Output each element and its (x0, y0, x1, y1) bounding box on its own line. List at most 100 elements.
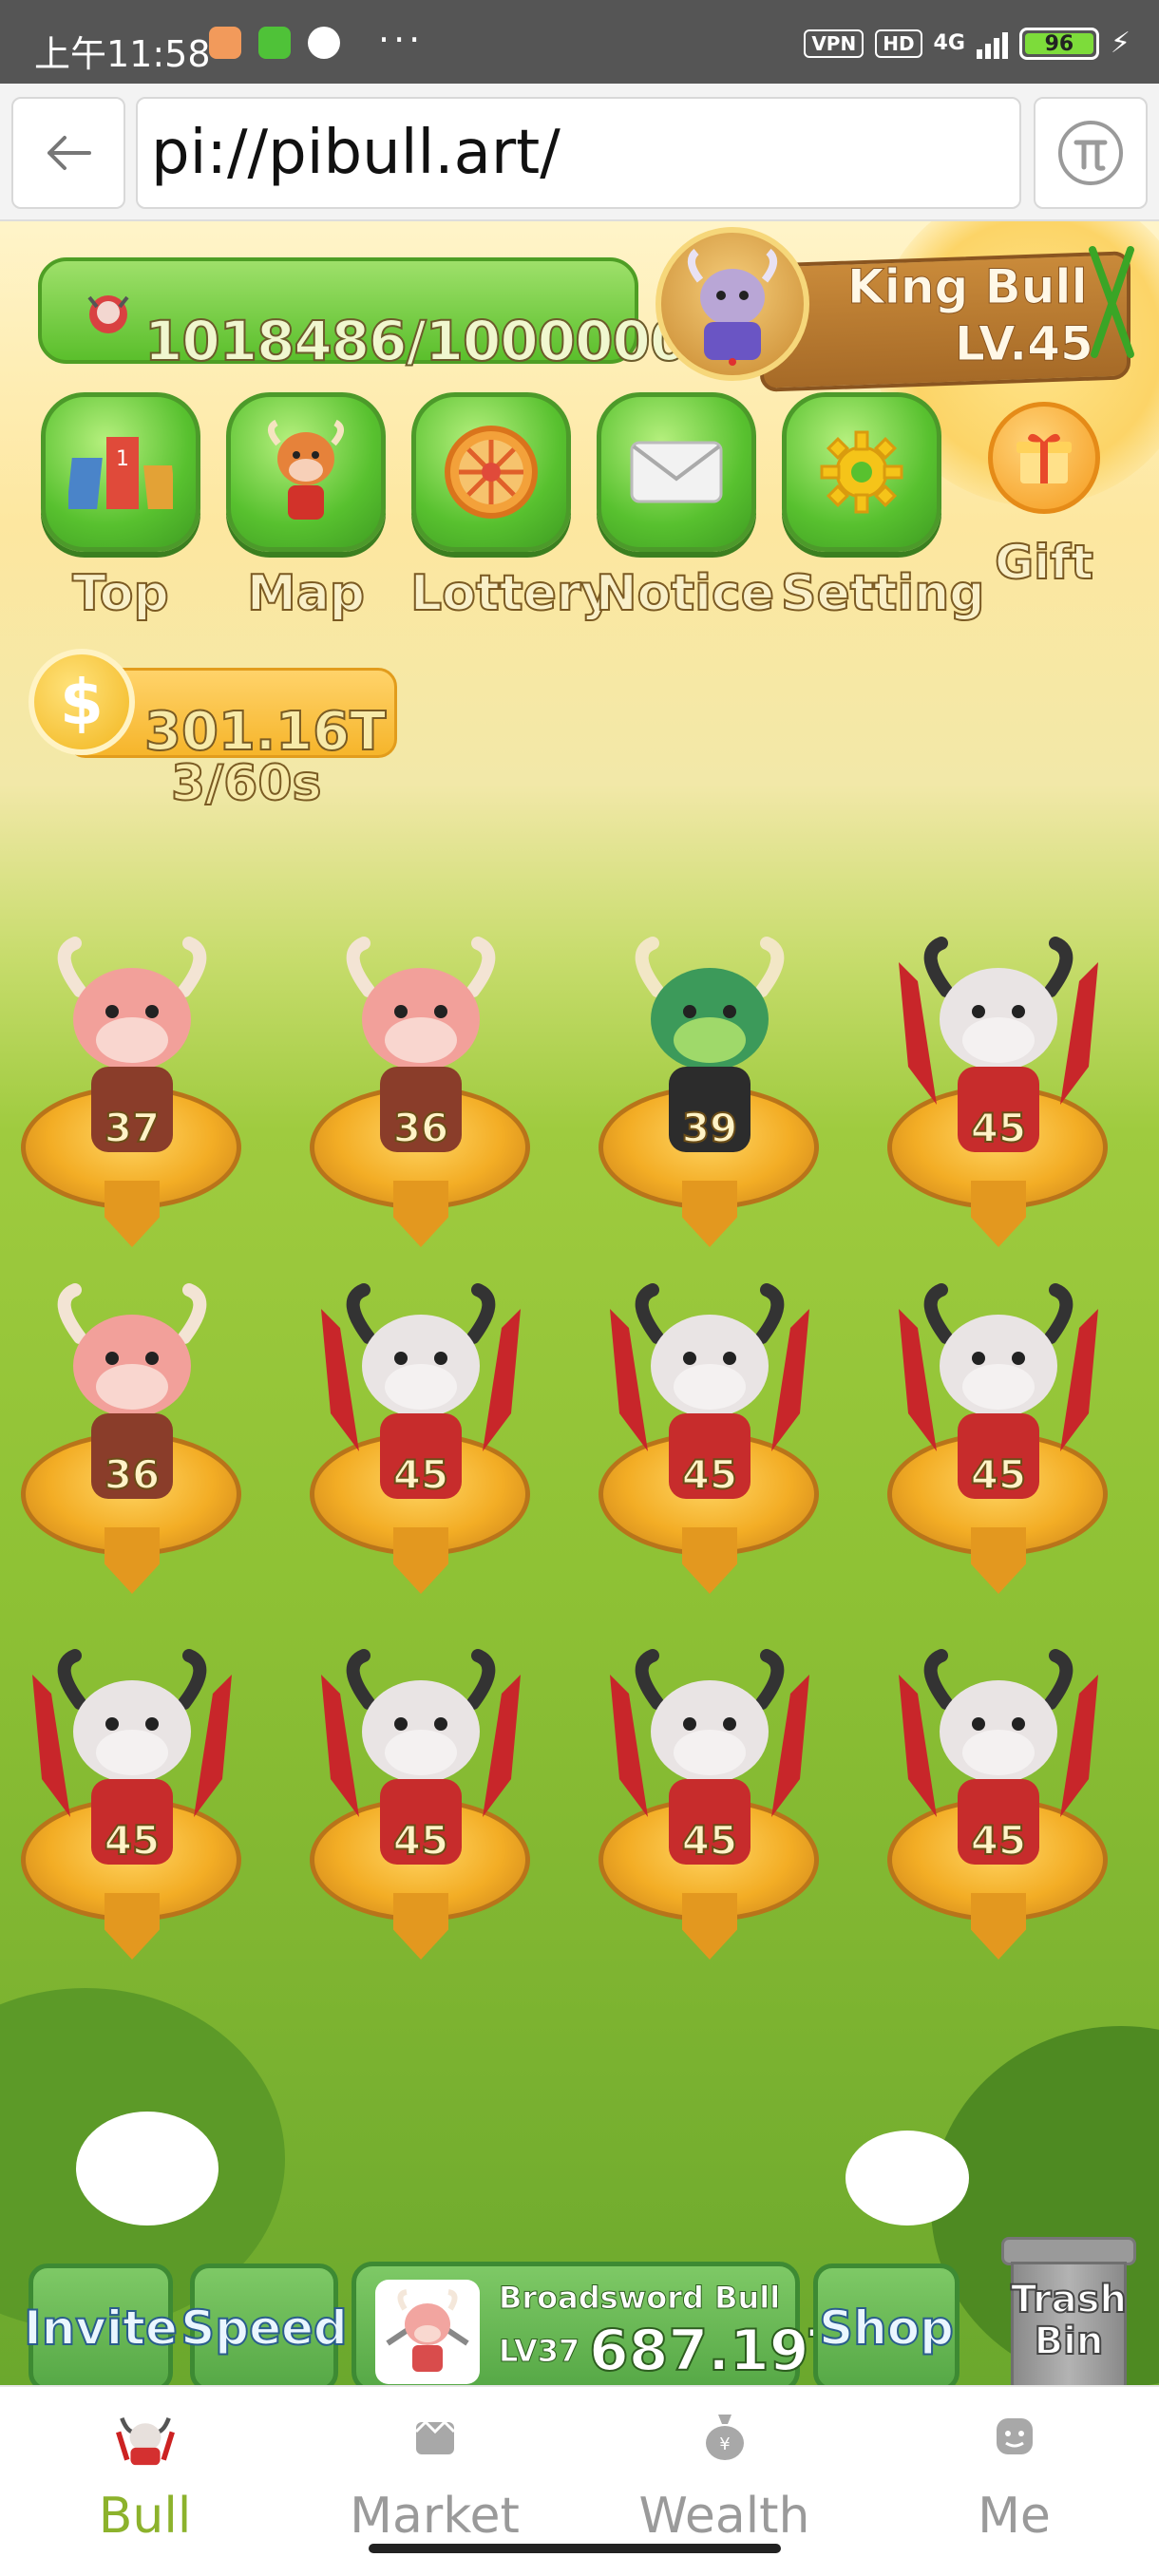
menu-label: Lottery (409, 564, 614, 623)
bull-level: 45 (392, 1450, 449, 1499)
shop-button[interactable]: Shop (813, 2263, 960, 2385)
player-name: King Bull (847, 259, 1089, 315)
bamboo-decoration-icon (1089, 246, 1134, 358)
money-bag-icon: ¥ (694, 2406, 755, 2467)
speed-button[interactable]: Speed (180, 2263, 349, 2385)
current-bull-price: 687.19T (588, 2317, 848, 2385)
bull-level: 45 (392, 1816, 449, 1865)
menu-notice[interactable]: Notice (595, 392, 775, 623)
bull-grid: 37 36 39 45 36 45 45 45 45 45 45 45 (0, 924, 1159, 2235)
bull-level: 37 (104, 1104, 161, 1152)
url-field[interactable]: pi://pibull.art/ (136, 97, 1021, 209)
back-button[interactable] (11, 97, 125, 209)
more-notifications-icon: ··· (378, 19, 425, 61)
lottery-button[interactable] (411, 392, 571, 552)
browser-toolbar: pi://pibull.art/ (0, 84, 1159, 221)
invite-button[interactable]: Invite (23, 2263, 179, 2385)
arrow-left-icon (48, 136, 91, 170)
pedestal-arrow (682, 1527, 737, 1594)
vpn-icon: VPN (804, 28, 864, 58)
pedestal-arrow (104, 1527, 160, 1594)
coin-rate: 3/60s (170, 754, 322, 813)
bull-level: 45 (970, 1104, 1027, 1152)
nav-label: Market (350, 2488, 520, 2545)
svg-text:1: 1 (116, 447, 129, 471)
bull-slot[interactable]: 45 (572, 1637, 847, 1979)
experience-value: 1018486/1000000 (143, 308, 689, 374)
bull-icon (115, 2406, 176, 2467)
gear-icon (820, 430, 903, 514)
bull-level: 45 (970, 1450, 1027, 1499)
pedestal-arrow (682, 1181, 737, 1247)
menu-top[interactable]: 1 Top (40, 392, 201, 623)
bull-level: 39 (681, 1104, 738, 1152)
network-type: 4G (933, 31, 965, 55)
menu-label: Map (246, 564, 366, 623)
menu-map[interactable]: Map (225, 392, 387, 623)
buy-bull-button[interactable]: Broadsword Bull LV37 687.19T (352, 2262, 848, 2385)
bull-slot[interactable]: 45 (283, 1271, 559, 1613)
nav-me[interactable]: Me (869, 2387, 1159, 2548)
pi-logo-icon (1058, 121, 1123, 185)
bull-level: 45 (681, 1450, 738, 1499)
bull-slot[interactable]: 45 (861, 1637, 1136, 1979)
mini-bull-avatar-icon (87, 295, 129, 333)
bull-slot[interactable]: 45 (572, 1271, 847, 1613)
system-indicators: VPN HD 4G 96 ⚡ (804, 27, 1130, 60)
trash-bin-button[interactable]: Trash Bin (998, 2237, 1140, 2385)
map-bull-icon (268, 419, 344, 520)
bull-slot[interactable]: 39 (572, 924, 847, 1266)
top-button[interactable]: 1 (41, 392, 200, 552)
trash-bin-label: Trash Bin (1010, 2278, 1128, 2363)
gift-button[interactable] (988, 402, 1100, 514)
setting-button[interactable] (782, 392, 941, 552)
bull-slot[interactable]: 37 (0, 924, 270, 1266)
game-canvas: 1018486/1000000 King Bull LV.45 1 Top Ma… (0, 221, 1159, 2385)
qq-penguin-icon (308, 27, 340, 59)
envelope-icon (630, 441, 723, 503)
notice-button[interactable] (597, 392, 756, 552)
bull-level: 36 (104, 1450, 161, 1499)
menu-setting[interactable]: Setting (780, 392, 986, 623)
menu-gift[interactable]: Gift (963, 392, 1125, 591)
home-indicator[interactable] (369, 2544, 781, 2553)
bull-slot[interactable]: 36 (283, 924, 559, 1266)
gift-label: Gift (994, 534, 1094, 591)
pi-browser-button[interactable] (1034, 97, 1148, 209)
signal-icon (976, 28, 1008, 59)
charging-app-icon (258, 27, 291, 59)
menu-lottery[interactable]: Lottery (409, 392, 614, 623)
nav-bull[interactable]: Bull (0, 2387, 290, 2548)
pedestal-arrow (104, 1181, 160, 1247)
svg-text:¥: ¥ (719, 2434, 730, 2454)
bull-level: 45 (681, 1816, 738, 1865)
nav-market[interactable]: Market (290, 2387, 580, 2548)
bull-slot[interactable]: 45 (0, 1637, 270, 1979)
pedestal-arrow (393, 1527, 448, 1594)
map-button[interactable] (226, 392, 386, 552)
app-notification-icon (209, 27, 241, 59)
pedestal-arrow (971, 1893, 1026, 1960)
player-level: LV.45 (955, 316, 1094, 372)
bull-slot[interactable]: 36 (0, 1271, 270, 1613)
action-bar: Invite Speed Broadsword Bull LV37 687.19… (0, 2226, 1159, 2385)
market-icon (405, 2406, 466, 2467)
bull-slot[interactable]: 45 (283, 1637, 559, 1979)
broadsword-bull-icon (386, 2289, 469, 2372)
bull-slot[interactable]: 45 (861, 924, 1136, 1266)
charging-bolt-icon: ⚡ (1110, 27, 1130, 60)
coin-amount: 301.16T (143, 700, 387, 764)
bull-slot[interactable]: 45 (861, 1271, 1136, 1613)
bull-level: 45 (104, 1816, 161, 1865)
pedestal-arrow (104, 1893, 160, 1960)
experience-bar: 1018486/1000000 (38, 257, 689, 374)
current-bull-name: Broadsword Bull (498, 2280, 781, 2317)
player-avatar[interactable] (656, 227, 809, 381)
pedestal-arrow (971, 1181, 1026, 1247)
bull-level: 45 (970, 1816, 1027, 1865)
battery-level: 96 (1044, 31, 1074, 56)
nav-wealth[interactable]: ¥ Wealth (580, 2387, 869, 2548)
clock: 上午11:58 (34, 33, 211, 75)
bull-level: 36 (392, 1104, 449, 1152)
menu-label: Top (71, 564, 170, 623)
